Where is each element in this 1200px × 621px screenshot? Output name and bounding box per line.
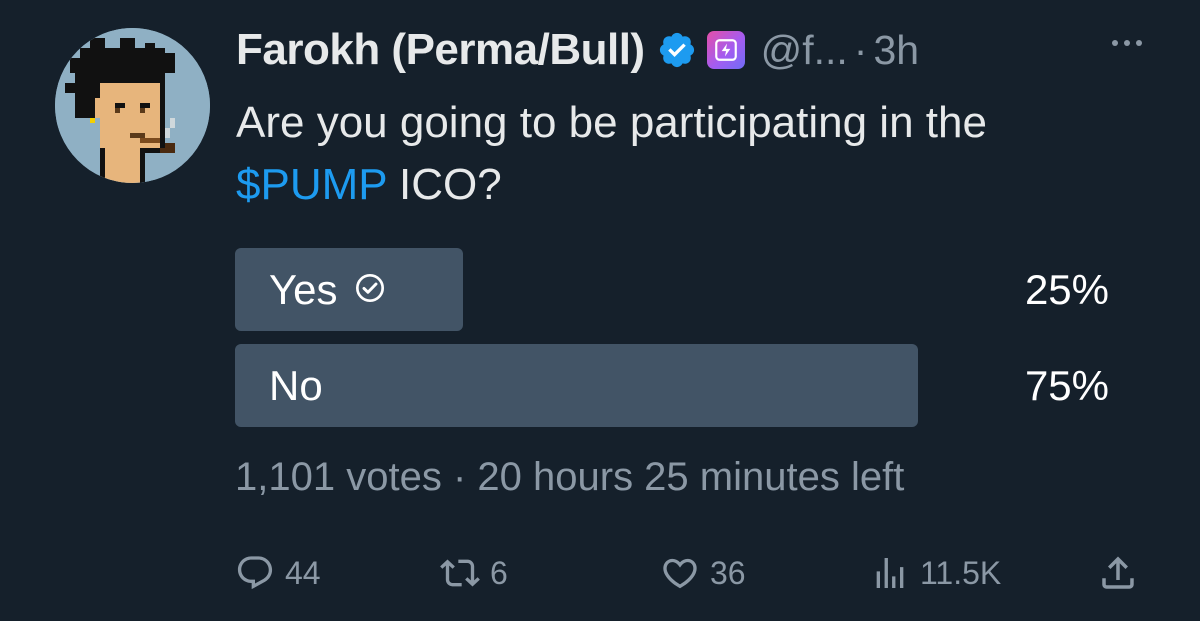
author-name[interactable]: Farokh (Perma/Bull) <box>236 25 645 75</box>
poll-votes: 1,101 votes <box>235 455 442 499</box>
tweet-text-line1: Are you going to be participating in the <box>236 98 987 147</box>
poll-option-yes[interactable]: Yes 25% <box>235 248 1115 331</box>
tweet-text: Are you going to be participating in the… <box>236 92 1166 216</box>
tweet[interactable]: Farokh (Perma/Bull) @f... · 3h Are you g… <box>0 0 1200 621</box>
like-count: 36 <box>710 554 746 591</box>
tweet-header: Farokh (Perma/Bull) @f... · 3h <box>236 22 919 78</box>
poll-percent-yes: 25% <box>1024 266 1109 313</box>
repost-count: 6 <box>490 554 508 591</box>
repost-button[interactable]: 6 <box>440 545 508 601</box>
poll-bar-no <box>235 344 918 427</box>
reply-count: 44 <box>285 554 321 591</box>
poll-percent-no: 75% <box>1024 362 1109 409</box>
reply-icon <box>235 553 275 593</box>
views-chart-icon <box>870 553 910 593</box>
heart-icon <box>660 553 700 593</box>
header-separator: · <box>853 26 868 73</box>
share-icon <box>1097 552 1139 594</box>
share-button[interactable] <box>1097 545 1139 601</box>
views-count: 11.5K <box>920 554 1002 591</box>
like-button[interactable]: 36 <box>660 545 746 601</box>
poll-option-label: No <box>269 362 323 409</box>
action-bar: 44 6 36 11.5K <box>235 545 1140 601</box>
poll-option-label: Yes <box>269 266 338 313</box>
poll-label-yes: Yes <box>269 248 386 331</box>
lightning-badge-icon[interactable] <box>706 31 745 69</box>
tweet-text-rest: ICO? <box>386 160 502 209</box>
more-dots-icon[interactable] <box>1112 40 1142 46</box>
poll-meta: 1,101 votes · 20 hours 25 minutes left <box>235 455 904 500</box>
author-handle[interactable]: @f... <box>761 27 848 74</box>
verified-badge-icon[interactable] <box>657 30 697 70</box>
reply-button[interactable]: 44 <box>235 545 321 601</box>
repost-icon <box>440 553 480 593</box>
avatar[interactable] <box>55 28 210 183</box>
poll-label-no: No <box>269 344 323 427</box>
poll-time-left: 20 hours 25 minutes left <box>477 455 905 499</box>
check-circle-icon <box>354 248 386 331</box>
poll-meta-separator: · <box>452 455 467 499</box>
poll-option-no[interactable]: No 75% <box>235 344 1115 427</box>
cashtag-link[interactable]: $PUMP <box>236 160 387 209</box>
tweet-time[interactable]: 3h <box>873 27 919 74</box>
views-button[interactable]: 11.5K <box>870 545 1001 601</box>
